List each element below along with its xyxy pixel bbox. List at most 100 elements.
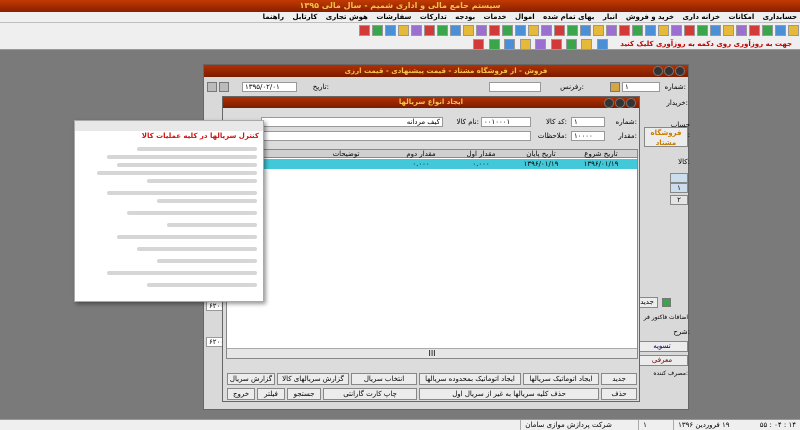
col-end-date[interactable]: تاریخ پایان — [511, 150, 571, 158]
calc-icon[interactable] — [550, 38, 562, 50]
search-button[interactable]: جستجو — [287, 388, 321, 400]
menu-cartable[interactable]: کارتابل — [289, 12, 320, 22]
toolbar-icon-22[interactable] — [515, 25, 526, 36]
filter-button[interactable]: فیلتر — [257, 388, 285, 400]
settings-icon[interactable] — [581, 38, 593, 50]
toolbar-icon-15[interactable] — [606, 25, 617, 36]
mail-icon[interactable] — [519, 38, 531, 50]
menu-help[interactable]: راهنما — [260, 12, 287, 22]
toolbar-icon-2[interactable] — [775, 25, 786, 36]
toolbar-icon-23[interactable] — [502, 25, 513, 36]
menu-accounting[interactable]: حسابداری — [760, 12, 800, 22]
calendar-button-icon[interactable] — [219, 82, 229, 92]
ref-field[interactable] — [489, 82, 541, 92]
col-start-date[interactable]: تاریخ شروع — [571, 150, 631, 158]
new-button[interactable]: جدید — [601, 373, 637, 385]
toolbar-icon-34[interactable] — [359, 25, 370, 36]
menu-treasury[interactable]: خزانه داری — [680, 12, 724, 22]
menu-procurement[interactable]: تدارکات — [417, 12, 450, 22]
menu-sales[interactable]: خرید و فروش — [623, 12, 677, 22]
toolbar-icon-32[interactable] — [385, 25, 396, 36]
refresh-icon[interactable] — [596, 38, 608, 50]
delete-button[interactable]: حذف — [601, 388, 637, 400]
serial-report-button[interactable]: گزارش سریال — [227, 373, 275, 385]
menu-assets[interactable]: اموال — [512, 12, 538, 22]
date-field[interactable]: ۱۳۹۵/۰۲/۰۱ — [242, 82, 297, 92]
auto-range-serial-button[interactable]: ایجاد اتوماتیک بمحدوده سریالها — [419, 373, 521, 385]
lock-icon[interactable] — [488, 38, 500, 50]
dialog-close-icon[interactable] — [626, 98, 636, 108]
dialog-number-field[interactable]: ۱ — [571, 117, 605, 127]
delete-all-serials-button[interactable]: حذف کلیه سریالها به غیر از سریال اول — [419, 388, 599, 400]
row-select-1[interactable] — [670, 173, 688, 183]
toolbar-icon-31[interactable] — [398, 25, 409, 36]
toolbar-icon-3[interactable] — [762, 25, 773, 36]
menu-services[interactable]: خدمات — [481, 12, 510, 22]
menu-cost[interactable]: بهای تمام شده — [540, 12, 597, 22]
dialog-maximize-icon[interactable] — [615, 98, 625, 108]
print-warranty-button[interactable]: چاپ کارت گارانتی — [323, 388, 417, 400]
toolbar-icon-26[interactable] — [463, 25, 474, 36]
store-button[interactable]: فروشگاه مشتاد — [644, 127, 688, 147]
col-qty-1[interactable]: مقدار اول — [451, 150, 511, 158]
row-select-2[interactable]: ۱ — [670, 183, 688, 193]
print-button-icon[interactable] — [207, 82, 217, 92]
print-icon[interactable] — [473, 38, 485, 50]
grid-row[interactable]: ۱۳۹۶/۰۱/۱۹ ۱۳۹۶/۰۱/۱۹ ۰.۰۰۰ ۰.۰۰۰ — [227, 159, 637, 169]
number-field[interactable]: ۱ — [622, 82, 660, 92]
number-lookup-icon[interactable] — [610, 82, 620, 92]
toolbar-icon-16[interactable] — [593, 25, 604, 36]
toolbar-icon-20[interactable] — [541, 25, 552, 36]
toolbar-icon-5[interactable] — [736, 25, 747, 36]
goods-code-field[interactable]: ۰۰۱۰۰۰۱ — [481, 117, 531, 127]
close-icon[interactable] — [675, 66, 685, 76]
select-serial-button[interactable]: انتخاب سریال — [351, 373, 417, 385]
dialog-minimize-icon[interactable] — [604, 98, 614, 108]
toolbar-icon-19[interactable] — [554, 25, 565, 36]
toolbar-icon-9[interactable] — [684, 25, 695, 36]
toolbar-icon-1[interactable] — [788, 25, 799, 36]
notes-icon[interactable] — [565, 38, 577, 50]
col-desc[interactable]: توضیحات — [301, 150, 391, 158]
intro-button[interactable]: معرفی — [636, 355, 688, 366]
toolbar-icon-7[interactable] — [710, 25, 721, 36]
toolbar-icon-12[interactable] — [645, 25, 656, 36]
row-select-3[interactable]: ۲ — [670, 195, 688, 205]
minimize-icon[interactable] — [653, 66, 663, 76]
menu-features[interactable]: امکانات — [726, 12, 758, 22]
toolbar-icon-17[interactable] — [580, 25, 591, 36]
toolbar-icon-21[interactable] — [528, 25, 539, 36]
menu-budget[interactable]: بودجه — [452, 12, 478, 22]
user-icon[interactable] — [504, 38, 516, 50]
toolbar-icon-25[interactable] — [476, 25, 487, 36]
exit-button[interactable]: خروج — [227, 388, 255, 400]
toolbar-icon-29[interactable] — [424, 25, 435, 36]
toolbar-icon-30[interactable] — [411, 25, 422, 36]
menu-warehouse[interactable]: انبار — [600, 12, 621, 22]
maximize-icon[interactable] — [664, 66, 674, 76]
toolbar-icon-24[interactable] — [489, 25, 500, 36]
toolbar-icon-14[interactable] — [619, 25, 630, 36]
toolbar-icon-10[interactable] — [671, 25, 682, 36]
toolbar-icon-8[interactable] — [697, 25, 708, 36]
auto-serial-button[interactable]: ایجاد اتوماتیک سریالها — [523, 373, 599, 385]
toolbar-icon-27[interactable] — [450, 25, 461, 36]
confirm-button[interactable]: تسویه — [636, 341, 688, 352]
toolbar-icon-11[interactable] — [658, 25, 669, 36]
col-qty-2[interactable]: مقدار دوم — [391, 150, 451, 158]
goods-serial-report-button[interactable]: گزارش سریالهای کالا — [277, 373, 349, 385]
toolbar-icon-33[interactable] — [372, 25, 383, 36]
toolbar-icon-6[interactable] — [723, 25, 734, 36]
menu-bi[interactable]: هوش تجاری — [323, 12, 371, 22]
toolbar-icon-18[interactable] — [567, 25, 578, 36]
calendar-icon[interactable] — [535, 38, 547, 50]
toolbar-icon-4[interactable] — [749, 25, 760, 36]
save-icon[interactable] — [662, 298, 671, 307]
goods-name-field[interactable]: کیف مردانه — [261, 117, 443, 127]
notes-field[interactable] — [261, 131, 531, 141]
toolbar-icon-28[interactable] — [437, 25, 448, 36]
menu-orders[interactable]: سفارشات — [373, 12, 414, 22]
toolbar-icon-13[interactable] — [632, 25, 643, 36]
qty-field[interactable]: ۱۰۰۰۰ — [571, 131, 605, 141]
horizontal-scrollbar[interactable]: III — [227, 348, 637, 358]
